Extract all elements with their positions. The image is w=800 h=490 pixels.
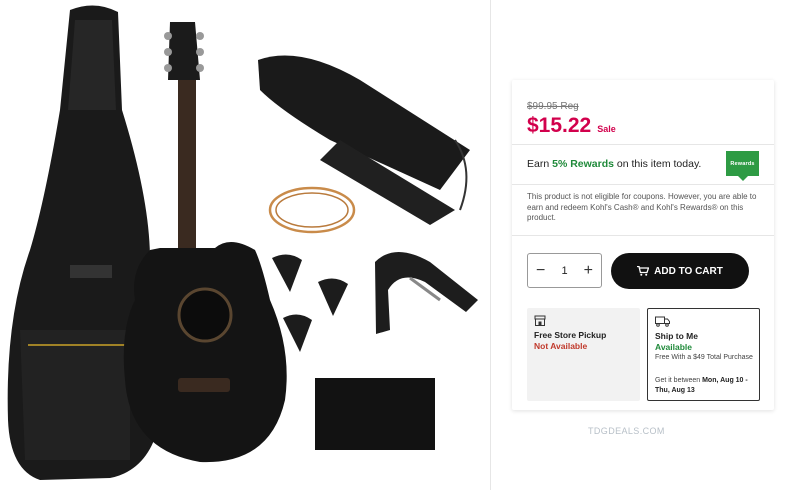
sale-label: Sale <box>597 124 616 134</box>
increase-quantity-button[interactable]: + <box>584 262 593 280</box>
rewards-highlight: 5% Rewards <box>552 158 614 170</box>
add-to-cart-button[interactable]: ADD TO CART <box>611 253 749 289</box>
sale-price: $15.22 <box>527 114 592 137</box>
store-icon <box>534 315 546 326</box>
quantity-stepper[interactable]: − 1 + <box>527 253 602 288</box>
coupon-note: This product is not eligible for coupons… <box>527 192 757 222</box>
regular-price: $99.95 Reg <box>527 101 579 112</box>
divider <box>512 235 774 236</box>
decrease-quantity-button[interactable]: − <box>536 262 545 280</box>
watermark: TDGDEALS.COM <box>588 426 665 436</box>
add-to-cart-label: ADD TO CART <box>654 265 723 277</box>
vertical-divider <box>490 0 491 490</box>
quantity-value[interactable]: 1 <box>561 265 567 277</box>
divider <box>512 184 774 185</box>
pickup-status: Not Available <box>534 341 588 351</box>
rewards-text: Earn 5% Rewards on this item today. <box>527 158 702 170</box>
store-pickup-option[interactable]: Free Store Pickup Not Available <box>527 308 640 401</box>
delivery-estimate: Get it between Mon, Aug 10 - Thu, Aug 13 <box>655 377 748 394</box>
divider <box>512 144 774 145</box>
ship-to-me-option[interactable]: Ship to Me Available Free With a $49 Tot… <box>647 308 760 401</box>
purchase-panel: $99.95 Reg $15.22 Sale Earn 5% Rewards o… <box>512 80 774 410</box>
truck-icon <box>655 316 670 327</box>
ship-detail: Free With a $49 Total Purchase <box>655 354 753 361</box>
ship-title: Ship to Me <box>655 331 698 341</box>
kohls-rewards-badge-icon: Rewards <box>726 151 759 181</box>
cart-icon <box>637 266 650 276</box>
guitar-kit-illustration <box>7 5 478 480</box>
ship-status: Available <box>655 342 693 352</box>
pickup-title: Free Store Pickup <box>534 330 607 340</box>
product-image[interactable] <box>0 0 490 490</box>
price-row: $15.22 Sale <box>527 114 616 138</box>
